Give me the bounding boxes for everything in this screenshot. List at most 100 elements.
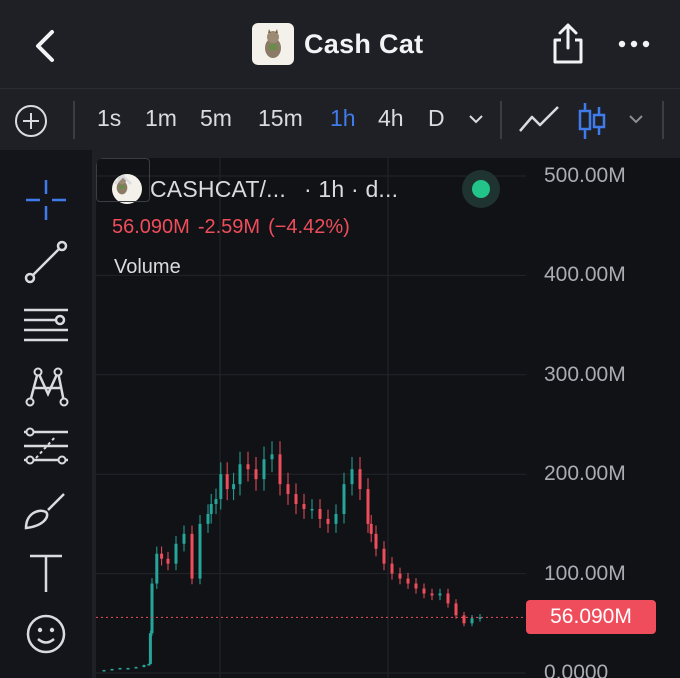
timeframe-5m[interactable]: 5m (200, 105, 232, 132)
timeframe-4h[interactable]: 4h (378, 105, 404, 132)
trend-line-icon[interactable] (20, 236, 72, 288)
candle-body (318, 508, 322, 519)
fib-retracement-icon[interactable] (20, 422, 72, 474)
candle-body (422, 588, 426, 594)
candle-body (110, 669, 114, 671)
timeframe-15m[interactable]: 15m (258, 105, 303, 132)
candle-body (209, 504, 213, 514)
candle-body (438, 593, 442, 596)
candle-body (232, 484, 236, 490)
candle-body (118, 668, 122, 670)
candle-body (470, 618, 474, 624)
candlestick-icon[interactable] (578, 101, 606, 141)
pattern-icon[interactable] (20, 360, 72, 412)
candle-body (246, 464, 250, 470)
candle-body (374, 533, 378, 549)
candle-body (398, 573, 402, 579)
y-tick-label: 100.00M (544, 561, 626, 585)
candle-body (219, 474, 223, 500)
collapse-indicators-chevron-up-icon[interactable] (96, 158, 150, 202)
y-tick-label: 500.00M (544, 164, 626, 187)
candle-body (350, 469, 354, 485)
market-status-indicator (462, 170, 500, 208)
candle-body (414, 583, 418, 589)
candle-body (147, 664, 151, 666)
symbol-name: CASHCAT/... (150, 175, 286, 202)
title-group: Cash Cat (252, 22, 423, 66)
toolbar-divider (73, 101, 75, 139)
text-tool-icon[interactable] (20, 546, 72, 598)
candle-body (150, 583, 154, 634)
back-arrow-icon[interactable] (26, 26, 66, 66)
candle-body (294, 494, 298, 505)
candle-body (430, 593, 434, 596)
price-chart[interactable]: CASHCAT/... · 1h · d... 56.090M -2.59M (… (96, 158, 680, 678)
timeframe-D[interactable]: D (428, 105, 445, 132)
more-icon[interactable] (614, 34, 654, 54)
candle-body (190, 533, 194, 579)
page-title: Cash Cat (304, 28, 424, 59)
symbol-legend[interactable]: CASHCAT/... · 1h · d... (112, 174, 398, 204)
candle-body (302, 504, 306, 509)
candle-body (214, 499, 218, 505)
parallel-lines-icon[interactable] (20, 298, 72, 350)
line-chart-icon[interactable] (518, 105, 560, 135)
top-bar: Cash Cat (0, 0, 680, 88)
share-icon[interactable] (548, 22, 588, 66)
y-tick-label: 200.00M (544, 462, 626, 486)
ohlc-legend: 56.090M -2.59M (−4.42%) (112, 216, 350, 239)
candle-body (286, 484, 290, 495)
candle-body (126, 668, 130, 670)
candle-body (148, 633, 152, 665)
candle-body (366, 489, 370, 524)
y-tick-label: 400.00M (544, 263, 626, 287)
timeframe-1h[interactable]: 1h (330, 105, 356, 132)
add-indicator-icon[interactable] (14, 104, 48, 138)
candle-body (369, 523, 373, 534)
candle-body (278, 454, 282, 485)
chart-toolbar: 1s 1m 5m 15m 1h 4h D (0, 88, 680, 151)
candle-body (446, 593, 450, 604)
brush-icon[interactable] (20, 484, 72, 536)
candle-body (206, 513, 210, 524)
token-avatar (252, 23, 294, 65)
candle-body (182, 533, 186, 544)
price-change: -2.59M (197, 216, 261, 238)
cat-icon (265, 29, 281, 58)
candle-body (342, 484, 346, 514)
candle-body (262, 459, 266, 480)
candle-body (270, 454, 274, 460)
chart-type-dropdown-chevron-icon[interactable] (628, 113, 644, 125)
candle-body (166, 558, 170, 564)
candle-body (254, 469, 258, 480)
candle-body (358, 469, 362, 490)
timeframe-1m[interactable]: 1m (145, 105, 177, 132)
candle-body (382, 548, 386, 564)
volume-indicator-label[interactable]: Volume (114, 256, 181, 279)
y-tick-label: 0.0000 (544, 661, 609, 678)
emoji-icon[interactable] (20, 608, 72, 660)
last-price-tag: 56.090M (526, 600, 656, 635)
candle-body (142, 665, 146, 668)
last-price: 56.090M (112, 216, 190, 238)
candle-body (334, 513, 338, 524)
candle-body (454, 603, 458, 616)
candle-body (406, 578, 410, 584)
timeframe-1s[interactable]: 1s (97, 105, 121, 132)
candle-body (326, 518, 330, 524)
timeframe-dropdown-chevron-icon[interactable] (468, 113, 484, 125)
candle-body (134, 667, 138, 669)
candle-body (160, 553, 164, 559)
candle-body (174, 543, 178, 564)
candle-body (225, 474, 229, 490)
candle-body (462, 615, 466, 624)
candle-body (155, 553, 159, 584)
price-change-percent: (−4.42%) (268, 216, 350, 238)
status-dot (472, 180, 490, 198)
toolbar-divider (500, 101, 502, 139)
crosshair-icon[interactable] (20, 174, 72, 226)
candle-body (102, 670, 106, 672)
symbol-interval: · 1h · d... (303, 175, 399, 202)
candle-body (390, 563, 394, 574)
toolbar-divider (662, 101, 664, 139)
